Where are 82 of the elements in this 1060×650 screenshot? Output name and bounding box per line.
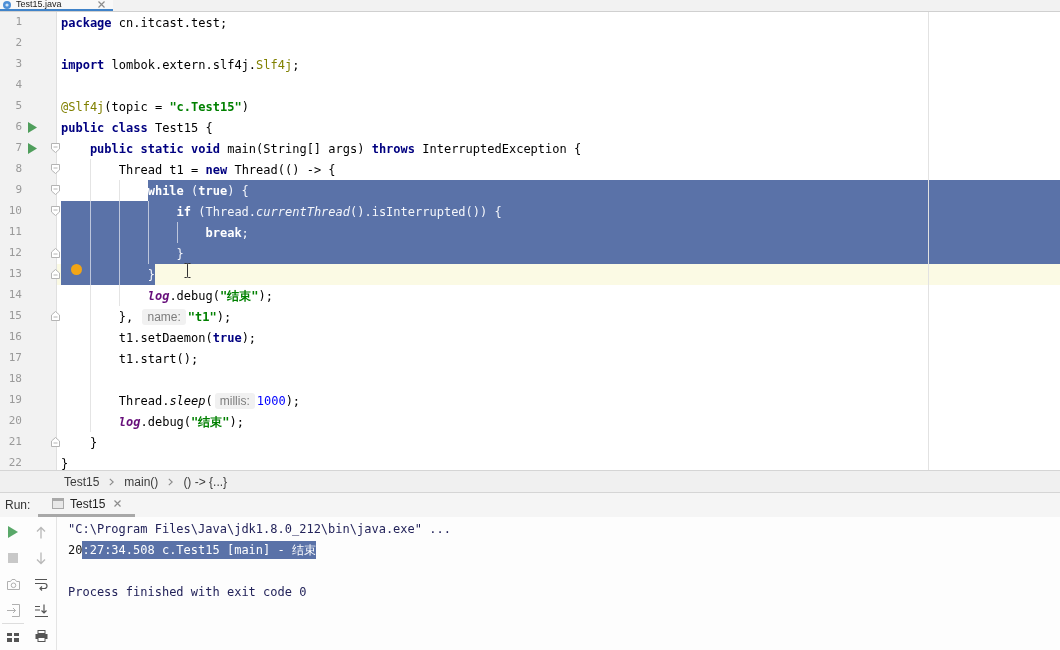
fold-marker-icon[interactable] — [51, 437, 60, 447]
line-number: 22 — [7, 455, 22, 470]
code-line: public static void main(String[] args) throws InterruptedException { — [89, 140, 582, 158]
parameter-hint: millis: — [214, 392, 255, 409]
line-number: 15 — [7, 308, 22, 325]
line-number: 4 — [14, 77, 22, 94]
code-line: @Slf4j(topic = "c.Test15") — [61, 98, 249, 116]
file-tab[interactable]: Test15.java — [0, 0, 113, 11]
line-number: 12 — [7, 245, 22, 262]
chevron-right-icon — [168, 477, 174, 486]
fold-marker-icon[interactable] — [51, 206, 60, 216]
up-arrow-icon[interactable] — [36, 525, 47, 539]
parameter-hint: name: — [142, 308, 186, 325]
code-line: } — [61, 455, 69, 470]
fold-marker-icon[interactable] — [51, 311, 60, 321]
fold-marker-icon[interactable] — [51, 269, 60, 279]
fold-marker-icon[interactable] — [51, 185, 60, 195]
breadcrumb-item[interactable]: () -> {...} — [183, 472, 228, 491]
chevron-right-icon — [109, 477, 115, 486]
line-number: 18 — [7, 371, 22, 388]
line-number: 8 — [14, 161, 22, 178]
breadcrumb-item[interactable]: main() — [124, 472, 159, 491]
code-line: break; — [205, 224, 249, 242]
camera-icon[interactable] — [6, 578, 20, 590]
code-line: Thread.sleep( — [118, 392, 213, 410]
breadcrumb-item[interactable]: Test15 — [64, 472, 100, 491]
fold-marker-icon[interactable] — [51, 143, 60, 153]
code-line: t1.setDaemon(true); — [118, 329, 257, 347]
code-line: public class Test15 { — [61, 119, 213, 137]
line-number: 19 — [7, 392, 22, 409]
down-arrow-icon[interactable] — [36, 551, 47, 565]
print-icon[interactable] — [34, 630, 48, 642]
line-number: 20 — [7, 413, 22, 430]
close-icon[interactable] — [98, 1, 105, 8]
i-beam-cursor-icon — [184, 263, 191, 278]
layout-icon[interactable] — [7, 632, 20, 642]
code-line: "t1"); — [187, 308, 232, 326]
console-icon — [52, 498, 64, 509]
run-icon[interactable] — [28, 122, 37, 133]
code-line: } — [176, 245, 184, 263]
line-number: 11 — [7, 224, 22, 241]
line-number: 1 — [14, 14, 22, 31]
code-line: log.debug("结束"); — [147, 287, 273, 305]
line-number: 6 — [14, 119, 22, 136]
line-number: 16 — [7, 329, 22, 346]
line-number: 7 — [14, 140, 22, 157]
scroll-to-end-icon[interactable] — [34, 603, 48, 617]
dot-icon[interactable] — [71, 264, 82, 275]
line-number: 14 — [7, 287, 22, 304]
run-icon[interactable] — [28, 143, 37, 154]
code-line: Thread t1 = new Thread(() -> { — [118, 161, 336, 179]
code-line: t1.start(); — [118, 350, 199, 368]
code-line: log.debug("结束"); — [118, 413, 244, 431]
line-number: 9 — [14, 182, 22, 199]
line-number: 5 — [14, 98, 22, 115]
code-line: import lombok.extern.slf4j.Slf4j; — [61, 56, 300, 74]
code-line: } — [89, 434, 98, 452]
console-text: "C:\Program Files\Java\jdk1.8.0_212\bin\java.exe" ... — [68, 520, 451, 538]
code-line: package cn.itcast.test; — [61, 14, 228, 32]
code-line: while (true) { — [147, 182, 249, 200]
line-number: 21 — [7, 434, 22, 451]
fold-marker-icon[interactable] — [51, 248, 60, 258]
code-line: if (Thread.currentThread().isInterrupted()) { — [176, 203, 502, 221]
code-line: } — [147, 266, 155, 284]
file-type-icon — [3, 0, 11, 9]
close-icon[interactable] — [114, 500, 122, 507]
code-line: 1000); — [256, 392, 301, 410]
line-number: 13 — [7, 266, 22, 283]
arrow-into-box-icon[interactable] — [6, 603, 20, 617]
console-text: Process finished with exit code 0 — [68, 583, 307, 601]
panel-label: Run: — [4, 497, 32, 514]
line-number: 10 — [7, 203, 22, 220]
run-icon[interactable] — [8, 526, 19, 538]
line-number: 2 — [14, 35, 22, 52]
fold-marker-icon[interactable] — [51, 164, 60, 174]
soft-wrap-icon[interactable] — [34, 577, 48, 591]
console-text: :27:34.508 c.Test15 [main] - 结束 — [82, 540, 316, 559]
console-text: 20 — [68, 541, 83, 559]
line-number: 17 — [7, 350, 22, 367]
stop-icon[interactable] — [8, 553, 19, 563]
code-line: }, — [118, 308, 135, 326]
line-number: 3 — [14, 56, 22, 73]
